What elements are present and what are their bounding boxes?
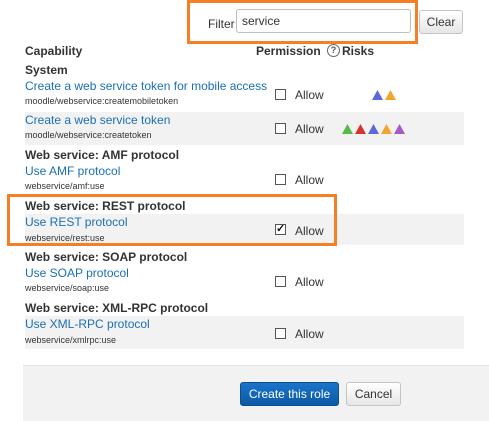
allow-checkbox[interactable] [275,174,286,185]
table-row: Create a web service token for mobile ac… [25,78,464,112]
permission-header: Permission [256,44,321,58]
allow-checkbox[interactable] [275,89,286,100]
allow-label: Allow [295,122,324,136]
capability-code: webservice/xmlrpc:use [25,335,117,345]
cancel-button[interactable]: Cancel [346,382,401,406]
risk-config-icon[interactable] [372,90,383,100]
capability-link-createtoken[interactable]: Create a web service token [25,113,170,127]
rest-highlight-frame [7,194,337,246]
capability-code: webservice/amf:use [25,181,105,191]
table-row: Use AMF protocol webservice/amf:use Allo… [25,163,464,196]
table-row: Use SOAP protocol webservice/soap:use Al… [25,265,464,298]
allow-checkbox[interactable] [275,328,286,339]
capability-header: Capability [25,44,83,58]
filter-label: Filter [208,17,235,31]
table-row: Create a web service token moodle/webser… [25,112,464,145]
allow-label: Allow [295,275,324,289]
table-row: Use XML-RPC protocol webservice/xmlrpc:u… [25,316,464,349]
section-title-system: System [25,63,68,77]
section-title-soap: Web service: SOAP protocol [25,250,188,264]
risk-personal-icon[interactable] [381,124,392,134]
create-role-button[interactable]: Create this role [240,382,339,406]
allow-label: Allow [295,88,324,102]
risk-spam-icon[interactable] [394,124,405,134]
allow-checkbox[interactable] [275,276,286,287]
risk-personal-icon[interactable] [385,90,396,100]
allow-label: Allow [295,173,324,187]
risk-icons [372,90,396,100]
filter-input[interactable] [236,9,411,33]
help-icon[interactable]: ? [327,44,340,57]
section-title-xmlrpc: Web service: XML-RPC protocol [25,301,209,315]
allow-label: Allow [295,327,324,341]
risk-config-icon[interactable] [368,124,379,134]
risk-xss-icon[interactable] [355,124,366,134]
risk-icons [342,124,405,134]
capability-code: moodle/webservice:createtoken [25,130,152,140]
capability-link-xmlrpc[interactable]: Use XML-RPC protocol [25,317,150,331]
clear-button[interactable]: Clear [419,10,463,34]
capability-link-amf[interactable]: Use AMF protocol [25,164,120,178]
allow-checkbox[interactable] [275,123,286,134]
capability-link-soap[interactable]: Use SOAP protocol [25,266,129,280]
section-title-amf: Web service: AMF protocol [25,148,180,162]
risk-managetrust-icon[interactable] [342,124,353,134]
risks-header: Risks [342,44,375,58]
capability-code: webservice/soap:use [25,283,110,293]
capability-link-createmobiletoken[interactable]: Create a web service token for mobile ac… [25,79,267,93]
capability-code: moodle/webservice:createmobiletoken [25,96,179,106]
